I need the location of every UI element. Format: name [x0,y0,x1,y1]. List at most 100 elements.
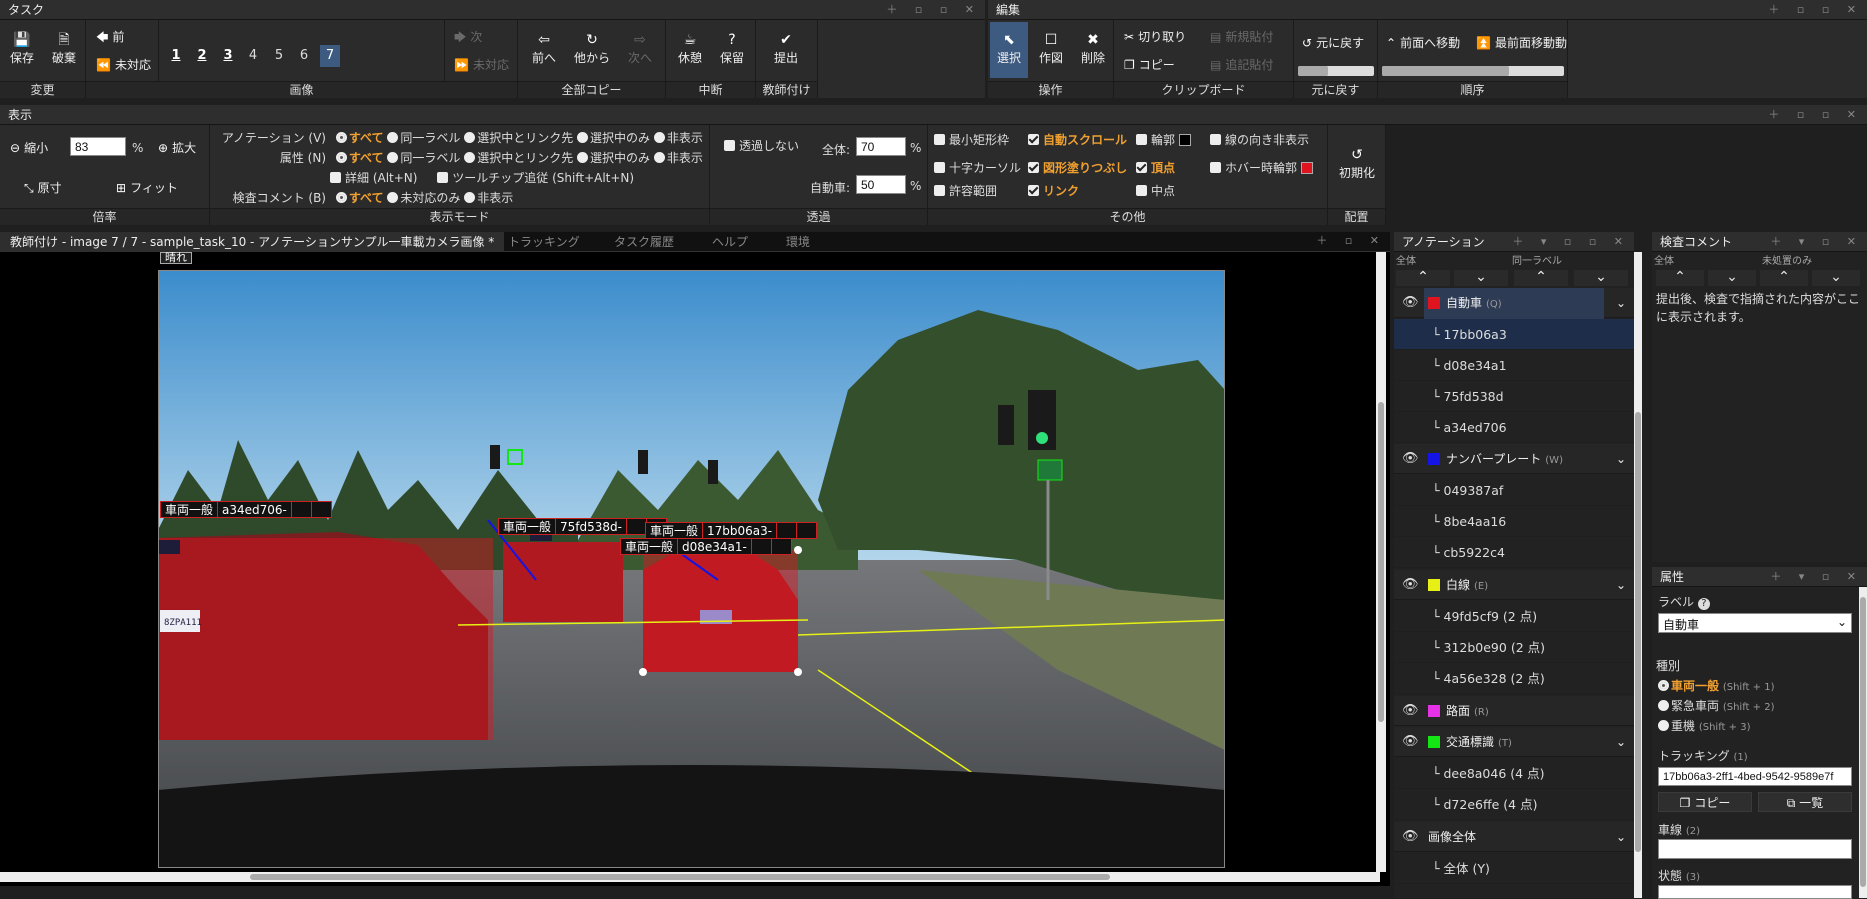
hover-outline-checkbox[interactable]: ホバー時輪郭 [1210,159,1314,176]
tolerance-checkbox[interactable]: 許容範囲 [934,182,997,199]
same-up-button[interactable]: ⌃ [1514,270,1568,286]
canvas-viewport[interactable]: 晴れ 8ZPA111 車両一般 a34ed706- 車両一般 75fd538d-… [0,252,1390,886]
draw-tool-button[interactable]: ☐ 作図 [1032,32,1070,66]
ann-link-radio[interactable]: 選択中とリンク先 [464,131,573,145]
discard-button[interactable]: 🗎 破棄 [46,32,82,66]
link-checkbox[interactable]: リンク [1028,182,1079,199]
car-label-75fd538d[interactable]: 車両一般 75fd538d- [498,518,667,535]
category-number-plate[interactable]: 👁 ナンバープレート (W) ⌄ [1394,444,1634,474]
no-transparency-checkbox[interactable]: 透過しない [724,137,799,154]
list-item[interactable]: └ 049387af [1394,475,1634,506]
attr-selonly-radio[interactable]: 選択中のみ [577,151,650,165]
tab-task-history[interactable]: タスク履歴 [604,232,684,252]
copy-to-next-button[interactable]: ⇨ 次へ [622,32,658,66]
category-car[interactable]: 👁 自動車 (Q) ⌄ [1394,288,1634,320]
eye-icon[interactable]: 👁 [1402,444,1419,474]
reset-layout-button[interactable]: ↺ 初期化 [1332,147,1382,181]
chevron-down-icon[interactable]: ⌄ [1616,727,1626,757]
hold-button[interactable]: ? 保留 [714,32,750,66]
crosshair-checkbox[interactable]: 十字カーソル [934,159,1021,176]
list-item[interactable]: └ 全体 (Y) [1394,853,1634,884]
category-white-line[interactable]: 👁 白線 (E) ⌄ [1394,570,1634,600]
all-up-button[interactable]: ⌃ [1396,270,1450,286]
page-2[interactable]: 2 [192,45,212,67]
tracking-list-button[interactable]: ⧉ 一覧 [1758,792,1852,812]
chevron-down-icon[interactable]: ⌄ [1616,288,1626,318]
insp-unanswered-radio[interactable]: 未対応のみ [387,191,460,205]
eye-icon[interactable]: 👁 [1402,288,1419,318]
tooltip-checkbox[interactable]: ツールチップ追従 (Shift+Alt+N) [437,171,634,185]
list-item[interactable]: └ dee8a046 (4 点) [1394,758,1634,789]
ann-same-radio[interactable]: 同一ラベル [387,131,460,145]
car-17bb06a3[interactable] [639,546,802,676]
list-item[interactable]: └ d72e6ffe (4 点) [1394,789,1634,820]
page-4[interactable]: 4 [243,45,263,67]
minrect-checkbox[interactable]: 最小矩形枠 [934,131,1009,148]
select-tool-button[interactable]: ⬉ 選択 [990,22,1028,78]
car-label-d08e34a1[interactable]: 車両一般 d08e34a1- [620,538,792,555]
car-75fd538d[interactable] [503,542,623,622]
car-a34ed706[interactable]: 8ZPA111 [158,532,493,740]
lane-input[interactable] [1658,839,1852,859]
zoom-input[interactable] [70,137,126,156]
kind-radio-heavy[interactable]: 重機 (Shift + 3) [1658,717,1750,734]
ann-selonly-radio[interactable]: 選択中のみ [577,131,650,145]
insp-all-radio[interactable]: すべて [335,191,384,205]
attributes-scrollbar[interactable] [1859,587,1867,898]
fill-checkbox[interactable]: 図形塗りつぶし [1028,159,1127,176]
copy-from-other-button[interactable]: ↻ 他から [570,32,614,66]
save-button[interactable]: 💾 保存 [6,32,38,66]
page-3[interactable]: 3 [218,45,238,67]
tracking-copy-button[interactable]: ❐ コピー [1658,792,1752,812]
list-item[interactable]: └ 49fd5cf9 (2 点) [1394,601,1634,632]
page-7[interactable]: 7 [320,45,340,67]
kind-radio-emergency[interactable]: 緊急車両 (Shift + 2) [1658,697,1774,714]
list-item[interactable]: └ 17bb06a3 [1394,319,1634,350]
canvas-vertical-scrollbar[interactable] [1376,252,1386,872]
list-item[interactable]: └ cb5922c4 [1394,537,1634,568]
undo-button[interactable]: ↺ 元に戻す [1302,34,1364,51]
prev-unanswered-button[interactable]: ⏪ 未対応 [96,56,151,73]
list-item[interactable]: └ 8be4aa16 [1394,506,1634,537]
transparency-all-input[interactable] [856,137,906,156]
detail-checkbox[interactable]: 詳細 (Alt+N) [330,171,417,185]
copy-button[interactable]: ❐ コピー [1124,56,1175,73]
list-item[interactable]: └ 4a56e328 (2 点) [1394,663,1634,694]
attr-hide-radio[interactable]: 非表示 [653,151,703,165]
copy-from-prev-button[interactable]: ⇦ 前へ [526,32,562,66]
vertex-checkbox[interactable]: 頂点 [1136,159,1175,176]
insp-all-up-button[interactable]: ⌃ [1656,270,1704,286]
annotation-scrollbar[interactable] [1634,252,1642,898]
bring-forward-button[interactable]: ⌃ 前面へ移動 [1386,34,1460,51]
tab-annotate[interactable]: 教師付け - image 7 / 7 - sample_task_10 - アノ… [0,232,505,252]
tab-environment[interactable]: 環境 [776,232,820,252]
tracking-input[interactable] [1658,767,1852,786]
original-size-button[interactable]: ⤡ 原寸 [24,179,62,196]
list-item[interactable]: └ 312b0e90 (2 点) [1394,632,1634,663]
list-item[interactable]: └ d08e34a1 [1394,350,1634,381]
eye-icon[interactable]: 👁 [1402,822,1419,852]
link-marker[interactable] [158,540,180,554]
insp-hide-radio[interactable]: 非表示 [464,191,513,205]
help-icon[interactable]: ? [1697,598,1710,610]
all-down-button[interactable]: ⌄ [1454,270,1508,286]
eye-icon[interactable]: 👁 [1402,570,1419,600]
next-image-button[interactable]: 🡆 次 [454,28,482,49]
page-6[interactable]: 6 [294,45,314,67]
next-unanswered-button[interactable]: ⏩ 未対応 [454,56,509,73]
canvas-horizontal-scrollbar[interactable] [0,872,1380,882]
autoscroll-checkbox[interactable]: 自動スクロール [1028,131,1127,148]
outline-checkbox[interactable]: 輪郭 [1136,131,1192,148]
chevron-down-icon[interactable]: ⌄ [1616,822,1626,852]
annotation-image[interactable]: 8ZPA111 [158,270,1225,868]
list-item[interactable]: └ 75fd538d [1394,381,1634,412]
list-item[interactable]: └ a34ed706 [1394,412,1634,443]
rest-button[interactable]: ☕ 休憩 [672,32,708,66]
page-1[interactable]: 1 [166,45,186,67]
tab-tracking[interactable]: トラッキング [498,232,590,252]
fit-button[interactable]: ⊞ フィット [116,179,178,196]
eye-icon[interactable]: 👁 [1402,696,1419,726]
zoom-out-button[interactable]: ⊖ 縮小 [10,139,48,156]
submit-button[interactable]: ✔ 提出 [766,32,806,66]
page-5[interactable]: 5 [269,45,289,67]
